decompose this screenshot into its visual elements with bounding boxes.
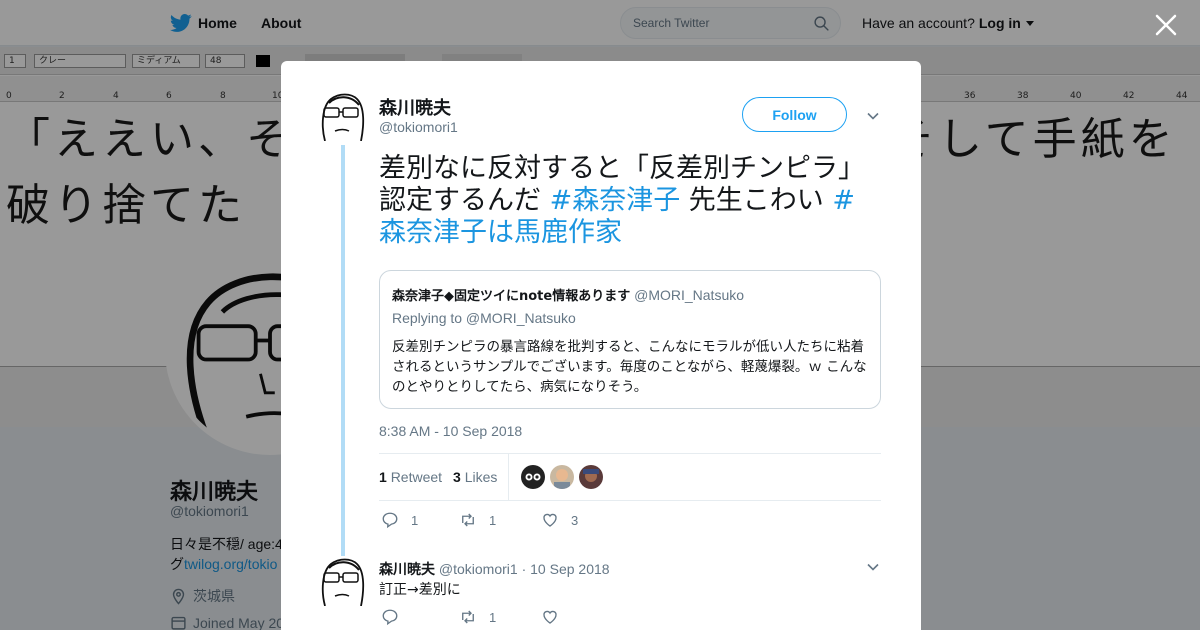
tweet-stats: 1 Retweet 3 Likes: [379, 453, 881, 501]
stats-divider: [508, 454, 509, 500]
reply-separator: ·: [521, 561, 527, 577]
reply-action[interactable]: 1: [381, 511, 418, 529]
quoted-author-name: 森奈津子◆固定ツイにnote情報あります: [392, 289, 631, 304]
close-icon[interactable]: [1154, 13, 1178, 37]
tweet-text-line: 差別なに反対すると「反差別チンピラ」: [379, 153, 865, 184]
chevron-down-icon[interactable]: [866, 109, 880, 123]
thread-line: [341, 145, 345, 557]
hashtag-prefix: #: [832, 185, 856, 216]
chevron-down-icon[interactable]: [866, 560, 880, 574]
quoted-tweet-body: 反差別チンピラの暴言路線を批判すると、こんなにモラルが低い人たちに粘着されるとい…: [392, 339, 867, 395]
likes-count: 3: [453, 469, 461, 485]
retweet-action[interactable]: 1: [459, 608, 496, 626]
quoted-replying-to: Replying to @MORI_Natsuko: [392, 310, 576, 326]
liker-avatar[interactable]: [550, 465, 574, 489]
tweet-modal: 森川暁夫 @tokiomori1 Follow 差別なに反対すると「反差別チンピ…: [281, 61, 921, 630]
author-handle[interactable]: @tokiomori1: [379, 119, 458, 135]
reply-action[interactable]: [381, 608, 411, 626]
retweet-action-count: 1: [489, 512, 497, 528]
likes-stat[interactable]: 3 Likes: [453, 469, 497, 485]
like-action[interactable]: 3: [541, 511, 578, 529]
heart-icon[interactable]: [541, 608, 559, 626]
quoted-author-handle: @MORI_Natsuko: [634, 287, 745, 303]
hashtag-link[interactable]: #森奈津子: [550, 185, 681, 216]
liker-avatar[interactable]: [521, 465, 545, 489]
retweet-count: 1: [379, 469, 387, 485]
author-avatar[interactable]: [319, 91, 365, 141]
retweet-stat-label: Retweet: [390, 469, 443, 485]
quoted-tweet[interactable]: 森奈津子◆固定ツイにnote情報あります @MORI_Natsuko Reply…: [379, 270, 881, 409]
reply-icon[interactable]: [381, 608, 399, 626]
retweet-icon[interactable]: [459, 511, 477, 529]
tweet-text-segment: 認定するんだ: [379, 185, 550, 216]
retweet-action[interactable]: 1: [459, 511, 496, 529]
like-action[interactable]: [541, 608, 571, 626]
retweet-icon[interactable]: [459, 608, 477, 626]
like-action-count: 3: [571, 512, 579, 528]
reply-author-handle[interactable]: @tokiomori1: [439, 561, 518, 577]
reply-icon[interactable]: [381, 511, 399, 529]
liker-avatar[interactable]: [579, 465, 603, 489]
tweet-timestamp[interactable]: 8:38 AM - 10 Sep 2018: [379, 423, 522, 439]
tweet-text: 差別なに反対すると「反差別チンピラ」 認定するんだ #森奈津子 先生こわい # 森…: [379, 153, 875, 249]
heart-icon[interactable]: [541, 511, 559, 529]
reply-author-name[interactable]: 森川暁夫: [379, 562, 435, 578]
reply-author-avatar[interactable]: [319, 556, 365, 606]
reply-count: 1: [411, 512, 419, 528]
reply-text: 訂正→差別に: [379, 582, 461, 598]
author-name[interactable]: 森川暁夫: [379, 94, 451, 120]
follow-button[interactable]: Follow: [742, 97, 847, 132]
tweet-text-segment: 先生こわい: [680, 185, 833, 216]
quoted-tweet-header: 森奈津子◆固定ツイにnote情報あります @MORI_Natsuko: [392, 285, 744, 304]
likes-stat-label: Likes: [464, 469, 498, 485]
retweet-stat[interactable]: 1 Retweet: [379, 469, 442, 485]
hashtag-text: 森奈津子は馬鹿作家: [379, 217, 622, 248]
retweet-action-count: 1: [489, 609, 497, 625]
reply-date[interactable]: 10 Sep 2018: [530, 561, 609, 577]
reply-header: 森川暁夫 @tokiomori1 · 10 Sep 2018: [379, 559, 610, 579]
